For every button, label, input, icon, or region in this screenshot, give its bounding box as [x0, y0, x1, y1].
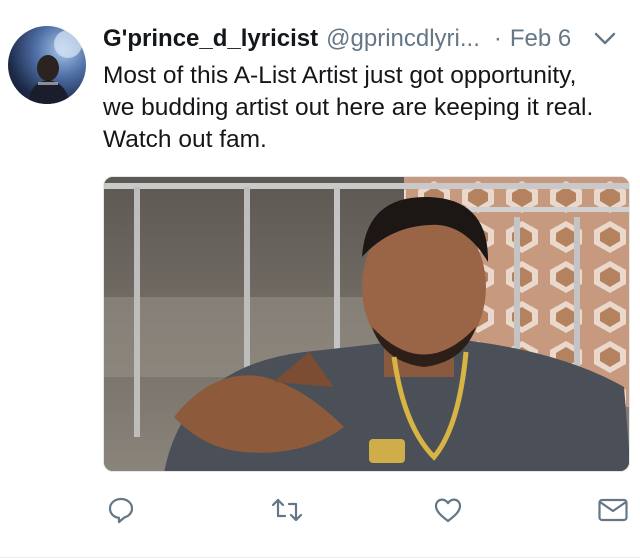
tweet-text-line: we budding artist out here are keeping i… — [103, 94, 594, 121]
tweet-text-line: Watch out fam. — [103, 126, 267, 153]
tweet-card[interactable]: G'prince_d_lyricist @gprincdlyri... · Fe… — [0, 0, 640, 558]
chevron-down-icon[interactable] — [592, 28, 618, 50]
tweet-text-line: Most of this A-List Artist just got oppo… — [103, 62, 577, 89]
reply-icon[interactable] — [101, 490, 141, 530]
retweet-icon[interactable] — [267, 490, 307, 530]
display-name[interactable]: G'prince_d_lyricist — [103, 25, 318, 53]
tweet-photo[interactable] — [103, 176, 630, 472]
avatar[interactable] — [8, 26, 86, 104]
tweet-actions — [103, 490, 640, 530]
envelope-icon[interactable] — [593, 490, 633, 530]
separator-dot: · — [493, 25, 502, 52]
tweet-header: G'prince_d_lyricist @gprincdlyri... · Fe… — [103, 22, 628, 56]
heart-icon[interactable] — [428, 490, 468, 530]
tweet-text: Most of this A-List Artist just got oppo… — [103, 60, 626, 156]
tweet-date[interactable]: Feb 6 — [510, 25, 571, 53]
user-handle[interactable]: @gprincdlyri... — [326, 25, 480, 53]
